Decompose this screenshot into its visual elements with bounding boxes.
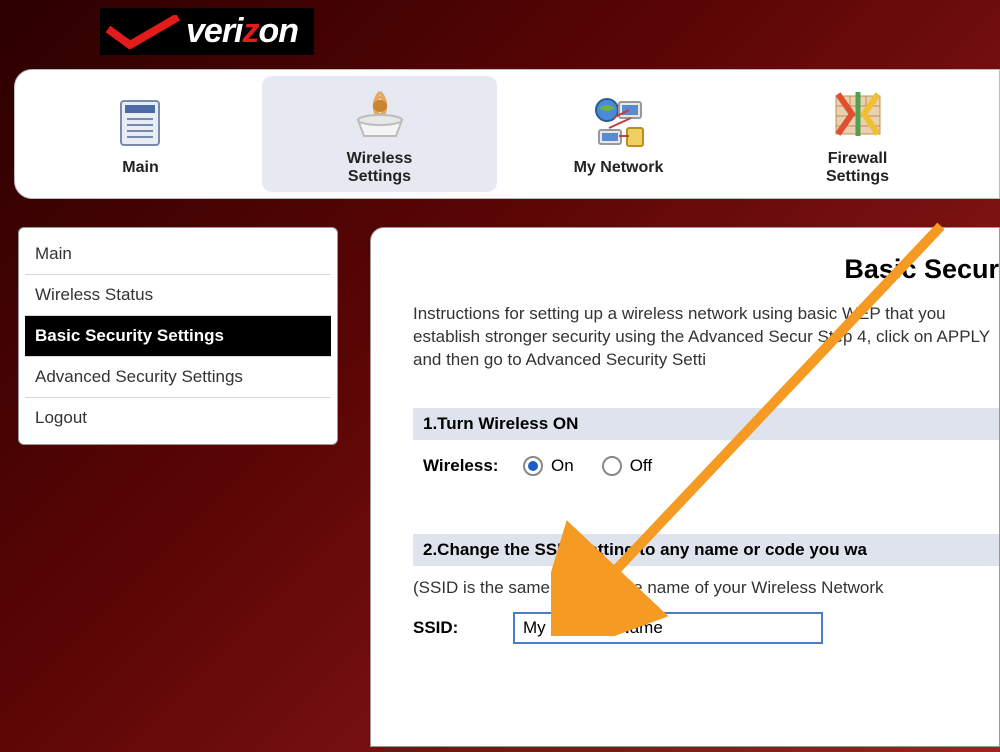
instructions-text: Instructions for setting up a wireless n… (413, 303, 999, 372)
page-title: Basic Secur (413, 254, 999, 285)
sidebar: Main Wireless Status Basic Security Sett… (18, 227, 338, 445)
section-1-head: 1.Turn Wireless ON (413, 408, 999, 440)
top-navigation: Main Wireless Settings (14, 69, 1000, 199)
content-panel: Basic Secur Instructions for setting up … (370, 227, 1000, 747)
radio-icon (602, 456, 622, 476)
topnav-label: Main (122, 159, 158, 177)
wireless-label: Wireless: (423, 456, 523, 476)
wireless-off-radio[interactable]: Off (602, 456, 652, 476)
ssid-help-text: (SSID is the same thing as the name of y… (413, 578, 999, 608)
section-2-head: 2.Change the SSID setting to any name or… (413, 534, 999, 566)
sidebar-item-advanced-security[interactable]: Advanced Security Settings (25, 357, 331, 398)
network-icon (589, 91, 649, 155)
radio-icon (523, 456, 543, 476)
firewall-icon (830, 82, 886, 146)
sidebar-item-logout[interactable]: Logout (25, 398, 331, 438)
verizon-logo: verizon (100, 8, 314, 55)
wireless-toggle-row: Wireless: On Off (413, 452, 999, 480)
sidebar-item-main[interactable]: Main (25, 234, 331, 275)
sidebar-item-wireless-status[interactable]: Wireless Status (25, 275, 331, 316)
main-icon (113, 91, 169, 155)
topnav-wireless-settings[interactable]: Wireless Settings (262, 76, 497, 192)
wireless-icon (348, 82, 412, 146)
topnav-firewall-settings[interactable]: Firewall Settings (740, 76, 975, 192)
radio-label: On (551, 456, 574, 476)
radio-label: Off (630, 456, 652, 476)
ssid-label: SSID: (413, 618, 513, 638)
topnav-label: My Network (574, 159, 664, 177)
topnav-label: Wireless Settings (347, 150, 413, 187)
sidebar-item-basic-security[interactable]: Basic Security Settings (25, 316, 331, 357)
ssid-row: SSID: (413, 608, 999, 648)
ssid-input[interactable] (513, 612, 823, 644)
wireless-on-radio[interactable]: On (523, 456, 574, 476)
verizon-check-icon (106, 15, 180, 49)
topnav-main[interactable]: Main (23, 76, 258, 192)
logo-bar: verizon (0, 0, 1000, 59)
topnav-my-network[interactable]: My Network (501, 76, 736, 192)
topnav-label: Firewall Settings (826, 150, 889, 187)
